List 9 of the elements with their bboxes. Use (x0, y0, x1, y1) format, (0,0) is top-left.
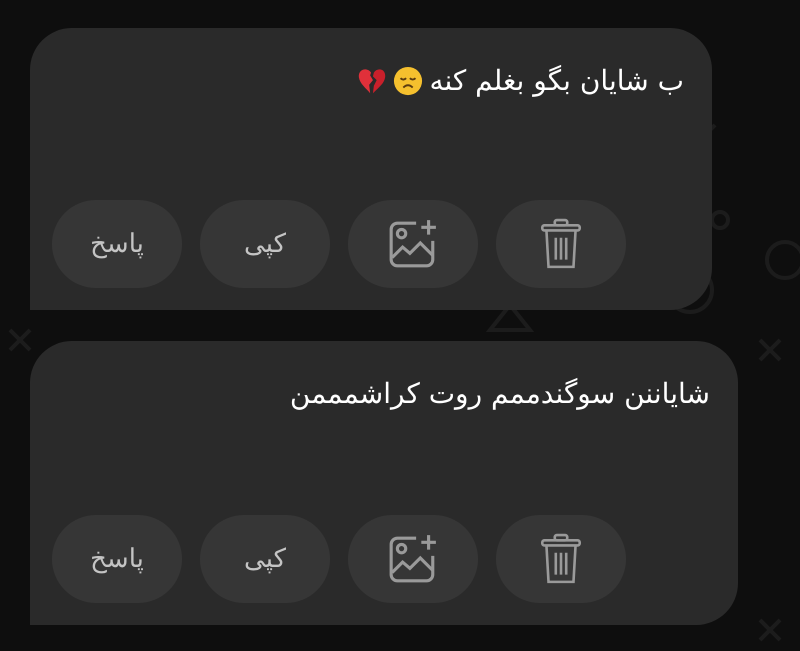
action-button[interactable]: کپی (200, 200, 330, 288)
add-image-icon (387, 533, 439, 585)
add-image-icon (387, 218, 439, 270)
message-text: ب شایان بگو بغلم کنه (429, 64, 684, 97)
message-text: شایاننن سوگندممم روت کراشمممن (290, 377, 710, 410)
sad-face-icon (393, 66, 424, 96)
action-button[interactable]: پاسخ (52, 515, 182, 603)
action-button[interactable]: پاسخ (52, 200, 182, 288)
action-button[interactable]: کپی (200, 515, 330, 603)
